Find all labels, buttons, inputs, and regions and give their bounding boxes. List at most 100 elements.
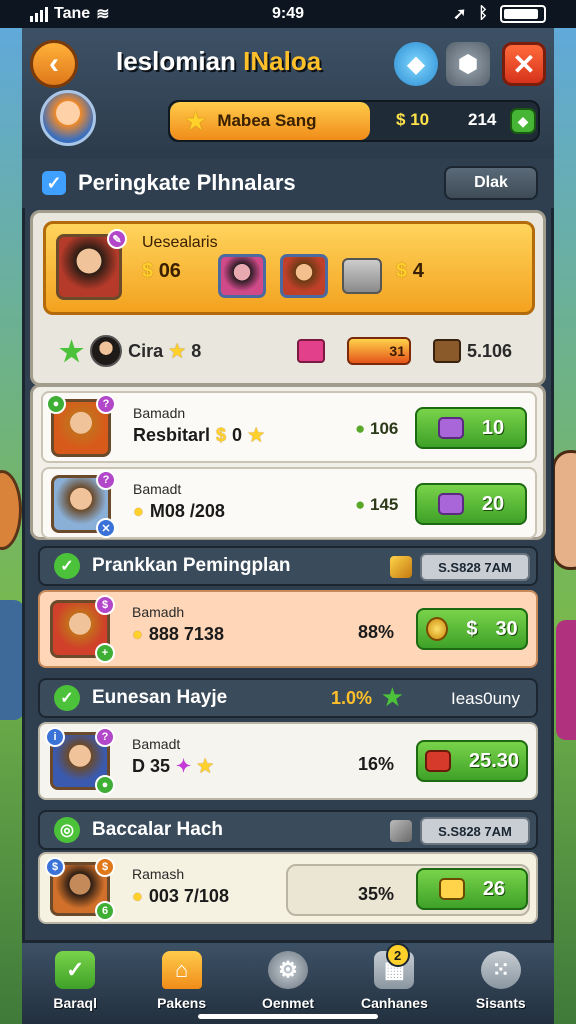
home-icon: ⌂	[161, 951, 202, 989]
rank-badge-icon: ?	[95, 727, 115, 747]
header: ‹ Ieslomian INaloa ◆ ⬢ ✕ ★ Mabea Sang $ …	[22, 28, 554, 158]
list-item[interactable]: ? ✕ Bamadt ● M08 /208 ● 145 20	[41, 467, 537, 539]
check-icon: ✓	[55, 951, 96, 989]
reward-button[interactable]: 20	[415, 483, 527, 525]
ally-portrait-1[interactable]	[218, 254, 266, 298]
coin-count: $ 10	[396, 110, 430, 129]
player-name: Ramash	[132, 866, 185, 882]
section-bar[interactable]: ✓ Prankkan Pemingplan S.S828 7AM	[38, 546, 538, 586]
ore-button[interactable]: ⬢	[446, 42, 490, 86]
clock: 9:49	[271, 5, 305, 22]
nav-label: Sisants	[475, 995, 526, 1011]
nav-label: Canhanes	[360, 995, 428, 1011]
nav-item-baraql[interactable]: ✓ Baraql	[22, 943, 128, 1024]
featured-coins-2: $ 4	[396, 260, 424, 282]
green-star-icon: ★	[59, 335, 85, 367]
gem-icon: ◆	[517, 112, 529, 129]
rank-label: Mabea Sang	[217, 111, 317, 130]
star-icon: ★	[169, 340, 186, 361]
nav-item-pakens[interactable]: ⌂ Pakens	[128, 943, 234, 1024]
score-value: 214	[468, 110, 497, 129]
ally-portrait-2[interactable]	[280, 254, 328, 298]
location-icon: ➚	[452, 6, 467, 23]
nav-item-canhanes[interactable]: ▦ 2 Canhanes	[341, 943, 447, 1024]
section-title: Peringkate Plhnalars	[78, 170, 296, 195]
battery-icon	[500, 5, 546, 23]
dlak-button[interactable]: Dlak	[444, 166, 538, 200]
coin-icon: ●	[132, 624, 143, 644]
timer-badge: S.S828 7AM	[420, 553, 530, 581]
nav-label: Pakens	[157, 995, 207, 1011]
player-portrait: $ +	[50, 595, 115, 663]
info-badge-icon: $	[45, 857, 65, 877]
player-detail: ● M08 /208	[133, 501, 225, 521]
add-gem-button[interactable]: ◆	[510, 108, 536, 134]
player-percent: 88%	[358, 622, 395, 642]
gem-button[interactable]: ◆	[394, 42, 438, 86]
magic-icon: ✦	[176, 756, 192, 776]
chest-icon: 31	[347, 337, 411, 365]
info-badge-icon: i	[45, 727, 65, 747]
coin-icon: $	[216, 425, 227, 445]
player-list: ● ? Bamadn Resbitarl $0 ★ ● 106 10 ? ✕ Bam…	[30, 384, 546, 540]
rank-pill[interactable]: ★ Mabea Sang	[170, 102, 370, 140]
gem-icon: ◆	[406, 50, 426, 78]
player-name: Bamadn	[133, 405, 186, 421]
edit-badge-icon: ✎	[107, 229, 127, 249]
star-icon: ★	[197, 756, 214, 776]
featured-panel: ✎ Uesealaris $ 06 $ 4 ★ Cira ★ 8 31 5.10…	[30, 210, 546, 386]
chest-icon	[424, 750, 451, 772]
coin-icon: ●	[132, 886, 143, 906]
player-name: Bamadt	[132, 736, 181, 752]
list-item[interactable]: i ? ● Bamadt D 35 ✦ ★ 16% 25.30	[38, 722, 538, 800]
player-portrait: ● ?	[46, 394, 116, 457]
list-item[interactable]: ● ? Bamadn Resbitarl $0 ★ ● 106 10	[41, 391, 537, 463]
reward-button[interactable]: $30	[416, 608, 528, 650]
coin-icon: ●	[355, 495, 366, 514]
timer-badge: S.S828 7AM	[420, 817, 530, 845]
coin-icon: ●	[133, 501, 144, 521]
player-name: Bamadt	[133, 481, 182, 497]
chevron-left-icon: ‹	[49, 47, 59, 80]
nav-item-oenmet[interactable]: ⚙ Oenmet	[235, 943, 341, 1024]
coin-icon: $	[142, 260, 154, 282]
side-decoration-left-2	[0, 600, 24, 720]
avatar[interactable]	[40, 90, 96, 146]
pencil-icon[interactable]	[390, 556, 412, 578]
close-button[interactable]: ✕	[502, 42, 546, 86]
nav-label: Baraql	[53, 995, 97, 1011]
section-bar[interactable]: ✓ Eunesan Hayje 1.0% ★ Ieas0uny	[38, 678, 538, 718]
coin-icon: ●	[355, 419, 366, 438]
wifi-icon: ≋	[96, 6, 110, 23]
status-bar: Tane ≋ 9:49 ➚ ᛒ	[0, 0, 576, 28]
reward-button[interactable]: 10	[415, 407, 527, 449]
section-percent: 1.0%	[330, 688, 372, 708]
reward-button[interactable]: 26	[416, 868, 528, 910]
side-decoration-right	[552, 450, 576, 570]
chest-icon	[342, 258, 382, 294]
close-icon: ✕	[512, 48, 536, 80]
back-button[interactable]: ‹	[30, 40, 78, 88]
home-indicator[interactable]	[198, 1014, 378, 1019]
pencil-icon[interactable]	[390, 820, 412, 842]
rank-badge-icon: $	[95, 857, 115, 877]
nav-item-sisants[interactable]: ⁙ Sisants	[448, 943, 554, 1024]
list-item[interactable]: $ + Bamadh ● 888 7138 88% $30	[38, 590, 538, 668]
player-percent: 35%	[358, 884, 395, 904]
reward-button[interactable]: 25.30	[416, 740, 528, 782]
green-star-icon: ★	[380, 682, 404, 712]
section-bar[interactable]: ◎ Baccalar Hach S.S828 7AM	[38, 810, 538, 850]
rank-badge-icon: ?	[96, 470, 116, 490]
gift-icon	[297, 339, 325, 363]
list-item[interactable]: $ $ 6 Ramash ● 003 7/108 35% 26	[38, 852, 538, 924]
player-detail: ● 888 7138	[132, 624, 224, 644]
carrier-label: Tane	[54, 5, 91, 22]
featured-card[interactable]: ✎ Uesealaris $ 06 $ 4	[43, 221, 535, 315]
checkbox-icon[interactable]: ✓	[42, 171, 66, 195]
star-icon: ★	[248, 425, 265, 445]
section-alt-label: Ieas0uny	[451, 689, 520, 708]
player-stat: ★ Cira ★ 8	[59, 335, 202, 367]
rank-badge-icon: ?	[96, 394, 116, 414]
level-badge-icon: ●	[46, 394, 66, 414]
signal-icon	[30, 6, 48, 22]
